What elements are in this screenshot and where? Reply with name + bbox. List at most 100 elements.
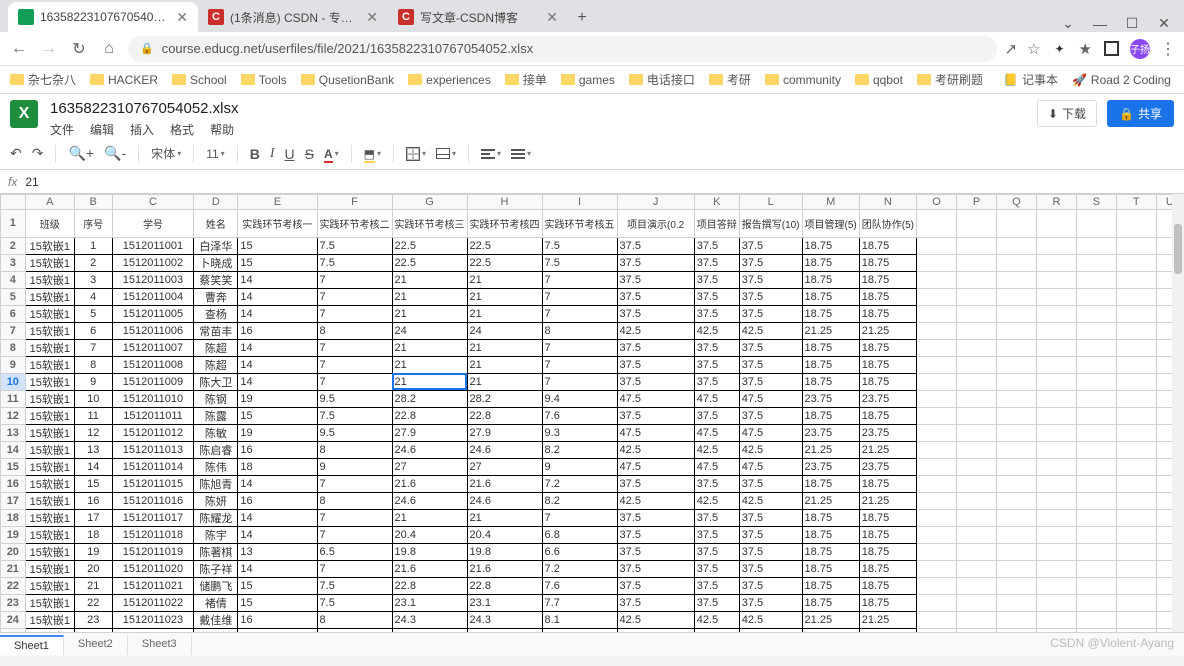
cell[interactable]: 陈敏 [194, 424, 238, 441]
cell[interactable]: 9 [317, 458, 392, 475]
back-button[interactable]: ← [8, 40, 30, 58]
cell[interactable] [1116, 271, 1156, 288]
spreadsheet-grid[interactable]: ABCDEFGHIJKLMNOPQRSTU1班级序号学号姓名实践环节考核一实践环… [0, 194, 1184, 632]
cell[interactable]: 18.75 [859, 356, 916, 373]
cell[interactable] [996, 254, 1036, 271]
cell[interactable]: 12 [74, 424, 112, 441]
cell[interactable]: 1512011024 [112, 628, 194, 632]
cell[interactable]: 21 [467, 271, 542, 288]
cell[interactable]: 21.25 [859, 492, 916, 509]
cell[interactable]: 9.3 [542, 424, 617, 441]
cell[interactable]: 23.75 [859, 628, 916, 632]
cell[interactable] [917, 356, 957, 373]
cell[interactable]: 8.2 [542, 441, 617, 458]
font-selector[interactable]: 宋体▾ [151, 145, 181, 162]
cell[interactable] [1036, 628, 1076, 632]
cell[interactable] [957, 577, 997, 594]
cell[interactable]: 7 [317, 305, 392, 322]
cell[interactable]: 47.5 [739, 458, 802, 475]
cell[interactable]: 7 [317, 509, 392, 526]
cell[interactable]: 37.5 [617, 560, 694, 577]
cell[interactable]: 18.75 [802, 577, 859, 594]
cell[interactable]: 37.5 [694, 288, 739, 305]
tab-close-icon[interactable]: ✕ [546, 9, 558, 26]
cell[interactable] [1076, 271, 1116, 288]
bookmark-item[interactable]: 接单 [505, 71, 547, 88]
cell[interactable] [1116, 373, 1156, 390]
column-header[interactable]: C [112, 195, 194, 210]
cell[interactable] [1036, 526, 1076, 543]
cell[interactable]: 19 [74, 543, 112, 560]
cell[interactable] [996, 543, 1036, 560]
row-header[interactable]: 3 [1, 254, 26, 271]
cell[interactable]: 15软嵌1 [25, 611, 74, 628]
cell[interactable] [1116, 441, 1156, 458]
cell[interactable]: 21 [392, 339, 467, 356]
cell[interactable]: 18.75 [859, 560, 916, 577]
cell[interactable]: 7.5 [542, 254, 617, 271]
cell[interactable] [1076, 237, 1116, 254]
cell[interactable]: 27.9 [467, 424, 542, 441]
profile-avatar[interactable]: 子扬 [1130, 39, 1150, 59]
cell[interactable]: 42.5 [617, 611, 694, 628]
cell[interactable]: 15 [238, 407, 317, 424]
cell[interactable]: 15软嵌1 [25, 254, 74, 271]
share-icon[interactable]: ↗ [1005, 40, 1018, 58]
cell[interactable] [1076, 560, 1116, 577]
cell[interactable]: 7 [542, 373, 617, 390]
cell[interactable]: 14 [238, 305, 317, 322]
cell[interactable] [1116, 339, 1156, 356]
cell[interactable]: 37.5 [694, 543, 739, 560]
cell[interactable] [957, 611, 997, 628]
cell[interactable]: 15软嵌1 [25, 305, 74, 322]
cell[interactable] [1036, 441, 1076, 458]
cell[interactable] [996, 209, 1036, 237]
cell[interactable] [917, 458, 957, 475]
cell[interactable]: 陈著棋 [194, 543, 238, 560]
cell[interactable]: 1512011013 [112, 441, 194, 458]
cell[interactable] [957, 560, 997, 577]
column-header[interactable]: N [859, 195, 916, 210]
cell[interactable]: 23.75 [859, 390, 916, 407]
cell[interactable]: 42.5 [617, 322, 694, 339]
cell[interactable]: 18.75 [802, 356, 859, 373]
cell[interactable] [1076, 543, 1116, 560]
cell[interactable]: 37.5 [617, 356, 694, 373]
cell[interactable]: 项目答辩 [694, 209, 739, 237]
cell[interactable] [917, 271, 957, 288]
cell[interactable]: 序号 [74, 209, 112, 237]
column-header[interactable]: P [957, 195, 997, 210]
cell[interactable]: 18.75 [802, 526, 859, 543]
cell[interactable] [1116, 526, 1156, 543]
cell[interactable]: 19 [238, 628, 317, 632]
cell[interactable] [996, 356, 1036, 373]
cell[interactable] [1116, 390, 1156, 407]
cell[interactable]: 18.75 [802, 407, 859, 424]
cell[interactable]: 18 [74, 526, 112, 543]
cell[interactable]: 10 [74, 390, 112, 407]
cell[interactable]: 21.25 [802, 492, 859, 509]
cell[interactable]: 37.5 [739, 594, 802, 611]
cell[interactable]: 42.5 [739, 441, 802, 458]
cell[interactable] [1076, 254, 1116, 271]
cell[interactable] [1076, 611, 1116, 628]
cell[interactable]: 7 [317, 373, 392, 390]
cell[interactable]: 18.75 [802, 237, 859, 254]
cell[interactable]: 37.5 [617, 543, 694, 560]
cell[interactable]: 18.75 [802, 305, 859, 322]
cell[interactable]: 14 [238, 356, 317, 373]
home-button[interactable]: ⌂ [98, 40, 120, 58]
cell[interactable] [1076, 458, 1116, 475]
cell[interactable]: 7 [542, 356, 617, 373]
cell[interactable]: 37.5 [694, 339, 739, 356]
cell[interactable]: 1512011017 [112, 509, 194, 526]
bookmark-item[interactable]: 考研 [709, 71, 751, 88]
cell[interactable]: 37.5 [694, 509, 739, 526]
menu-item[interactable]: 格式 [170, 121, 194, 138]
cell[interactable]: 1512011007 [112, 339, 194, 356]
cell[interactable] [996, 322, 1036, 339]
cell[interactable]: 37.5 [617, 254, 694, 271]
forward-button[interactable]: → [38, 40, 60, 58]
cell[interactable] [996, 237, 1036, 254]
cell[interactable]: 19.8 [392, 543, 467, 560]
